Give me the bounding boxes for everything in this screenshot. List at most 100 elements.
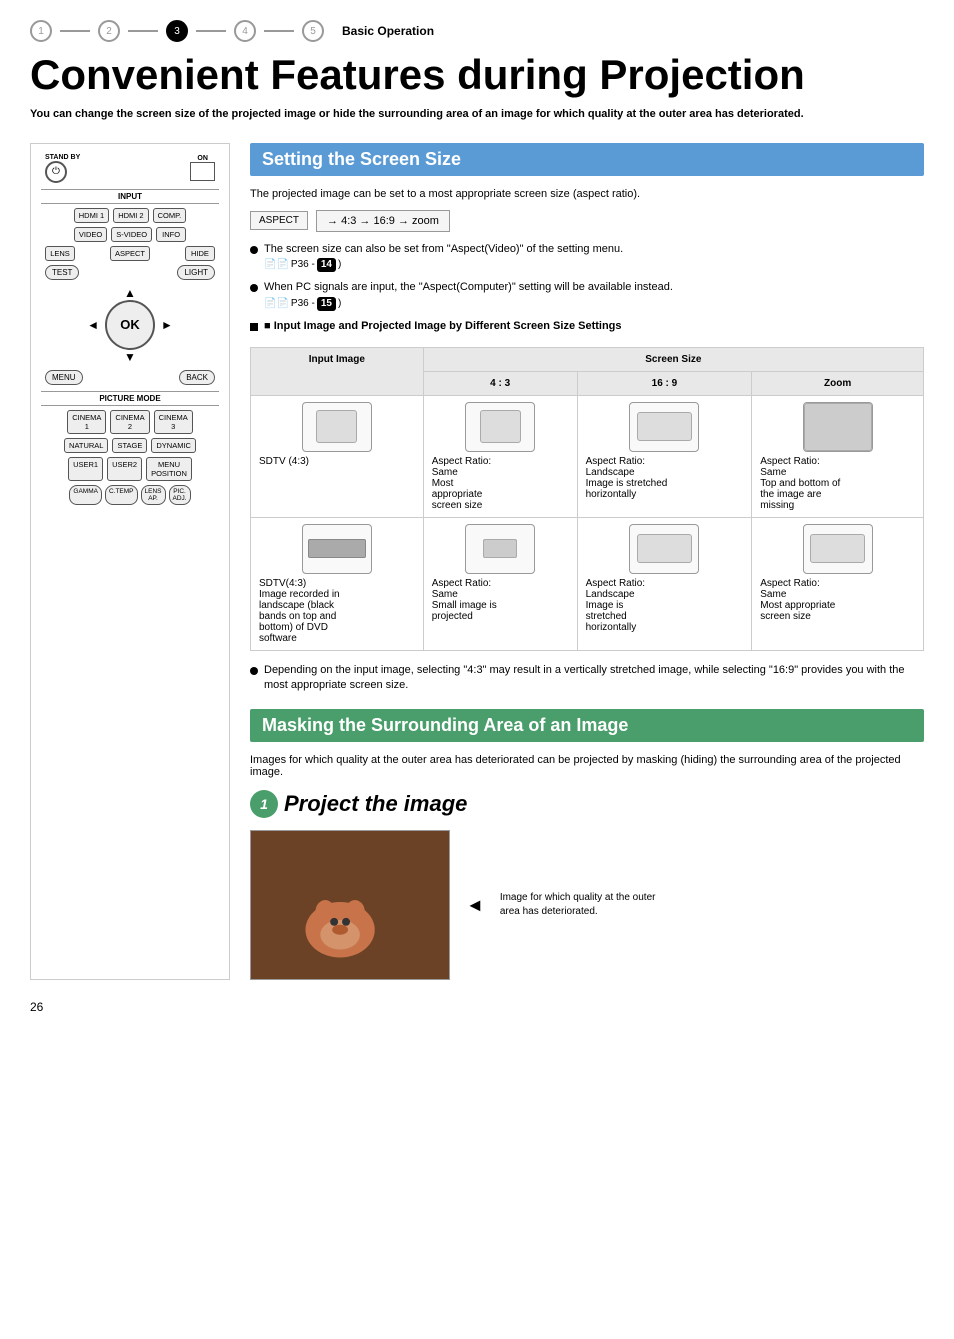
aspect-button[interactable]: ASPECT (110, 246, 150, 261)
row1-169-preview (629, 402, 699, 452)
ref-1: 📄📄 P36 - 14 ) (264, 258, 341, 272)
light-button[interactable]: LIGHT (177, 265, 215, 280)
up-arrow[interactable]: ▲ (124, 286, 136, 300)
power-icon[interactable]: ⏻ (45, 161, 67, 183)
row2-preview (302, 524, 372, 574)
pic-adj-button[interactable]: PIC.ADJ. (169, 485, 191, 505)
bullet-dot-1 (250, 246, 258, 254)
note-bullet: Depending on the input image, selecting … (250, 663, 924, 694)
stage-button[interactable]: STAGE (112, 438, 147, 453)
aspect-button-display[interactable]: ASPECT (250, 211, 308, 230)
step-line-4 (264, 30, 294, 32)
menu-back-row: MENU BACK (41, 370, 219, 385)
masking-description: Images for which quality at the outer ar… (250, 754, 924, 778)
bullet-text-2: When PC signals are input, the "Aspect(C… (264, 280, 673, 311)
step-3-active: 3 (166, 20, 188, 42)
mode-row: NATURAL STAGE DYNAMIC (41, 438, 219, 453)
hdmi2-button[interactable]: HDMI 2 (113, 208, 148, 223)
screen-size-header: Setting the Screen Size (250, 143, 924, 176)
th-4-3: 4 : 3 (423, 371, 577, 395)
step-line-1 (60, 30, 90, 32)
back-button[interactable]: BACK (179, 370, 215, 385)
menu-button[interactable]: MENU (45, 370, 83, 385)
bottom-row: GAMMA C.TEMP LENSAP. PIC.ADJ. (41, 485, 219, 505)
test-button[interactable]: TEST (45, 265, 79, 280)
note-dot (250, 667, 258, 675)
masking-header: Masking the Surrounding Area of an Image (250, 709, 924, 742)
screen-size-description: The projected image can be set to a most… (250, 188, 924, 200)
down-arrow[interactable]: ▼ (124, 350, 136, 364)
main-layout: STAND BY ⏻ ON INPUT HDMI 1 HDMI 2 COMP. … (30, 143, 924, 981)
hdmi-row: HDMI 1 HDMI 2 COMP. (41, 208, 219, 223)
th-16-9: 16 : 9 (577, 371, 752, 395)
row2-43-preview (465, 524, 535, 574)
dynamic-button[interactable]: DYNAMIC (151, 438, 196, 453)
bullet-item-1: The screen size can also be set from "As… (250, 242, 924, 273)
row2-cell-169: Aspect Ratio:LandscapeImage isstretchedh… (577, 517, 752, 650)
step-line-2 (128, 30, 158, 32)
step-1: 1 (30, 20, 52, 42)
image-area: ◄ Image for which quality at the outer a… (250, 830, 924, 980)
page-subtitle: You can change the screen size of the pr… (30, 106, 924, 123)
on-button[interactable] (190, 162, 215, 181)
row1-cell-169: Aspect Ratio:LandscapeImage is stretched… (577, 395, 752, 517)
hdmi1-button[interactable]: HDMI 1 (74, 208, 109, 223)
th-zoom: Zoom (752, 371, 924, 395)
ref-2: 📄📄 P36 - 15 ) (264, 297, 341, 311)
ctemp-button[interactable]: C.TEMP (105, 485, 138, 505)
content-panel: Setting the Screen Size The projected im… (250, 143, 924, 981)
menu-position-button[interactable]: MENUPOSITION (146, 457, 192, 481)
standby-label: STAND BY (45, 154, 80, 161)
row1-zoom-preview (803, 402, 873, 452)
row1-cell-zoom: Aspect Ratio:SameTop and bottom ofthe im… (752, 395, 924, 517)
row1-43-inner (480, 410, 521, 444)
breadcrumb: 1 2 3 4 5 Basic Operation (30, 20, 924, 42)
row2-169-inner (637, 534, 691, 563)
right-arrow[interactable]: ► (161, 318, 173, 332)
cinema1-button[interactable]: CINEMA1 (67, 410, 106, 434)
section-label: Basic Operation (342, 24, 434, 38)
gamma-button[interactable]: GAMMA (69, 485, 102, 505)
svideo-button[interactable]: S-VIDEO (111, 227, 152, 242)
video-row: VIDEO S-VIDEO INFO (41, 227, 219, 242)
note-text: Depending on the input image, selecting … (264, 663, 924, 694)
nav-area: ▲ ◄ OK ► ▼ (41, 286, 219, 364)
nav-middle-row: ◄ OK ► (87, 300, 173, 350)
picture-mode-label: PICTURE MODE (41, 391, 219, 406)
standby-col: STAND BY ⏻ (45, 154, 80, 183)
test-light-row: TEST LIGHT (41, 265, 219, 280)
step-2: 2 (98, 20, 120, 42)
cinema3-button[interactable]: CINEMA3 (154, 410, 193, 434)
comp-button[interactable]: COMP. (153, 208, 187, 223)
video-button[interactable]: VIDEO (74, 227, 107, 242)
power-row: STAND BY ⏻ ON (41, 154, 219, 183)
lens-ap-button[interactable]: LENSAP. (141, 485, 166, 505)
bullet-dot-2 (250, 284, 258, 292)
lens-button[interactable]: LENS (45, 246, 75, 261)
project-photo (250, 830, 450, 980)
left-arrow[interactable]: ◄ (87, 318, 99, 332)
table-heading-item: ■ Input Image and Projected Image by Dif… (250, 319, 924, 334)
user2-button[interactable]: USER2 (107, 457, 142, 481)
cinema2-button[interactable]: CINEMA2 (110, 410, 149, 434)
ok-button[interactable]: OK (105, 300, 155, 350)
step-4: 4 (234, 20, 256, 42)
step-line-3 (196, 30, 226, 32)
ref-badge-15: 15 (317, 297, 336, 311)
step-5: 5 (302, 20, 324, 42)
row1-cell-43: Aspect Ratio:SameMostappropriatescreen s… (423, 395, 577, 517)
natural-button[interactable]: NATURAL (64, 438, 108, 453)
row2-zoom-inner (810, 534, 864, 563)
row1-inner (316, 410, 357, 444)
hide-button[interactable]: HIDE (185, 246, 215, 261)
user1-button[interactable]: USER1 (68, 457, 103, 481)
row2-cell-zoom: Aspect Ratio:SameMost appropriatescreen … (752, 517, 924, 650)
bullet-text-1: The screen size can also be set from "As… (264, 242, 623, 273)
info-button[interactable]: INFO (156, 227, 186, 242)
table-row-2: SDTV(4:3)Image recorded inlandscape (bla… (251, 517, 924, 650)
step-title-text: Project the image (284, 791, 467, 817)
row1-169-inner (637, 412, 691, 441)
on-col: ON (190, 155, 215, 181)
row1-43-preview (465, 402, 535, 452)
th-screen-size: Screen Size (423, 347, 923, 371)
